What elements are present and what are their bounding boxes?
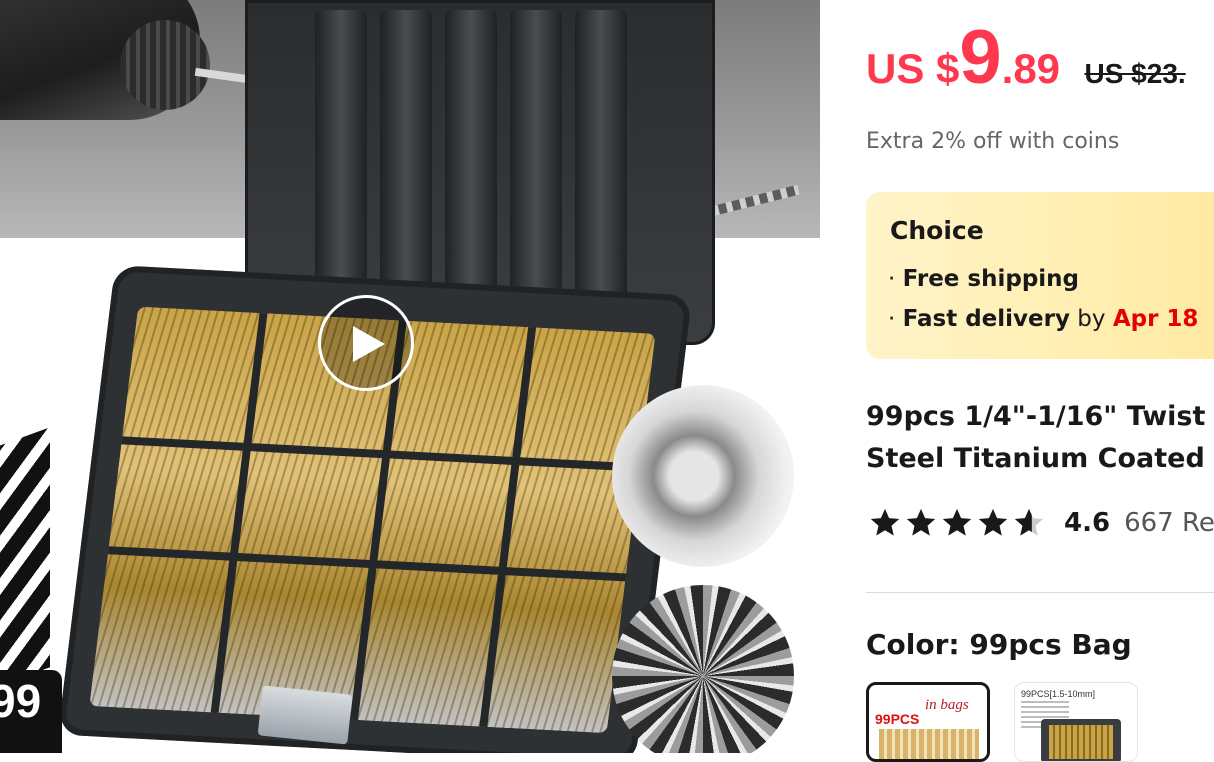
drill-chuck-image (120, 20, 210, 110)
price-row: US $9.89 US $23. (866, 20, 1186, 96)
choice-benefits-box[interactable]: Choice · Free shipping · Fast delivery b… (866, 192, 1214, 359)
product-title-line: Steel Titanium Coated D (866, 443, 1214, 474)
free-shipping-line: · Free shipping (888, 266, 1079, 292)
price-integer: 9 (959, 15, 1002, 100)
badge-stripe (0, 427, 50, 693)
color-option-case[interactable]: 99PCS[1.5-10mm] (1014, 682, 1138, 762)
delivery-by-text: by (1077, 306, 1106, 332)
metal-shavings-closeup-image (612, 585, 794, 753)
piece-count-badge: 99 (0, 670, 62, 753)
original-price: US $23. (1084, 58, 1186, 89)
drill-tip-closeup-image (612, 385, 794, 567)
bullet: · (888, 266, 896, 292)
free-shipping-text: Free shipping (902, 266, 1080, 292)
play-video-button[interactable] (318, 295, 414, 391)
swatch-label-text: 99PCS[1.5-10mm] (1021, 689, 1096, 699)
color-option-99pcs-bag[interactable]: 99PCS in bags (866, 682, 990, 762)
star-icon (870, 508, 900, 536)
color-selector-label: Color: 99pcs Bag (866, 628, 1132, 661)
price-decimal: .89 (1001, 45, 1061, 92)
lid-slot (575, 10, 627, 310)
rating-row[interactable]: 4.6 667 Rev (868, 506, 1214, 546)
case-latch-image (257, 685, 353, 745)
piece-count-text: 99 (0, 675, 42, 727)
rating-value: 4.6 (1064, 508, 1111, 538)
swatch-bits-image (1049, 725, 1113, 759)
star-icon (906, 508, 936, 536)
swatch-bits-image (879, 729, 979, 759)
swatch-count-text: 99PCS (875, 711, 920, 727)
coins-discount-note: Extra 2% off with coins (866, 129, 1120, 154)
fast-delivery-text: Fast delivery (902, 306, 1070, 332)
product-title-line: 99pcs 1/4"-1/16" Twist D (866, 401, 1214, 432)
half-star-icon (1014, 508, 1044, 536)
swatch-label-text: in bags (925, 697, 969, 713)
divider (866, 592, 1214, 593)
review-count-link[interactable]: 667 Rev (1124, 508, 1214, 538)
product-info-panel: US $9.89 US $23. Extra 2% off with coins… (866, 0, 1214, 762)
price-currency: US $ (866, 45, 960, 92)
star-icon (942, 508, 972, 536)
product-title: 99pcs 1/4"-1/16" Twist D Steel Titanium … (866, 396, 1214, 480)
delivery-date: Apr 18 (1112, 306, 1199, 332)
fast-delivery-line: · Fast delivery by Apr 18 (888, 306, 1198, 332)
selected-color-value: 99pcs Bag (969, 628, 1132, 661)
star-icon (978, 508, 1008, 536)
color-label: Color: (866, 628, 960, 661)
play-icon (353, 326, 385, 362)
lid-slot (510, 10, 562, 310)
lid-slot (445, 10, 497, 310)
choice-title: Choice (890, 216, 984, 245)
lid-slot (315, 10, 367, 310)
bullet: · (888, 306, 896, 332)
lid-slot (380, 10, 432, 310)
swatch-case-image (1041, 719, 1121, 761)
product-image-gallery[interactable]: 99 (0, 0, 820, 753)
